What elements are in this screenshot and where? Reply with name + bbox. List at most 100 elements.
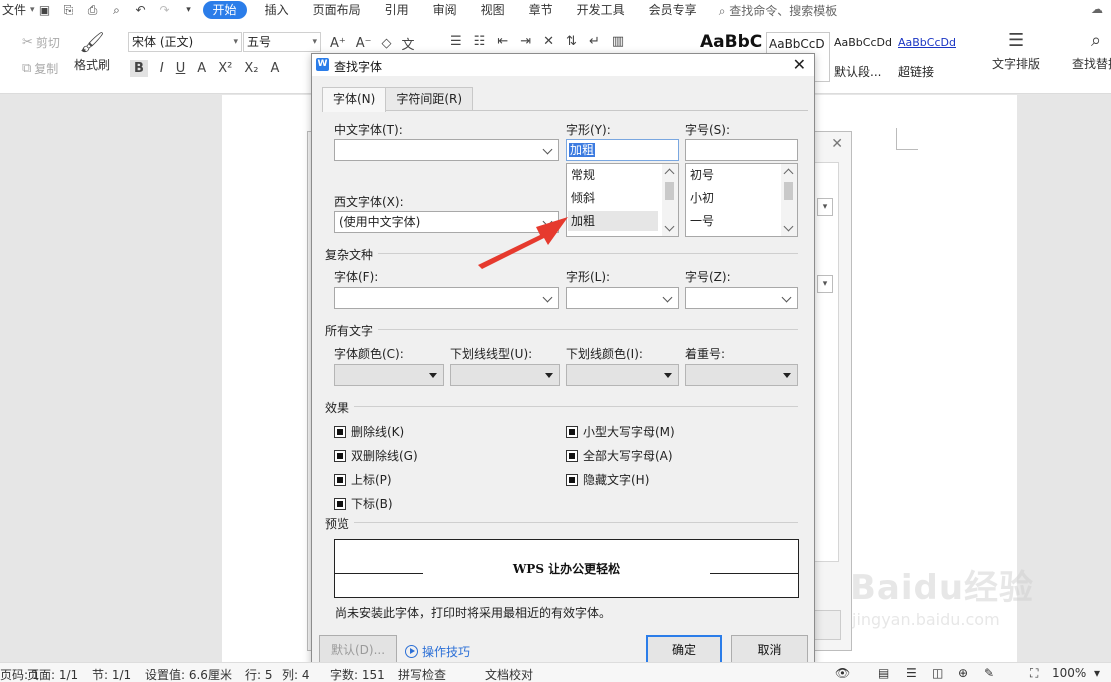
- tab-review[interactable]: 审阅: [421, 0, 469, 20]
- chevron-down-icon[interactable]: ▾: [1094, 666, 1100, 680]
- clear-format-icon[interactable]: ◇: [382, 36, 392, 51]
- style-hyperlink[interactable]: AaBbCcDd 超链接: [898, 32, 962, 82]
- tips-link[interactable]: 操作技巧: [405, 643, 470, 660]
- complex-font-select[interactable]: [334, 287, 559, 309]
- outline-view-icon[interactable]: ☰: [906, 666, 917, 680]
- proofread-button[interactable]: 文档校对: [485, 666, 533, 682]
- status-row[interactable]: 行: 5: [245, 666, 273, 682]
- more-icon[interactable]: ▾: [181, 3, 197, 17]
- command-search[interactable]: ⌕ 查找命令、搜索模板: [719, 2, 838, 19]
- double-strikethrough-checkbox[interactable]: 双删除线(G): [334, 447, 418, 464]
- underline-type-select[interactable]: [450, 364, 560, 386]
- page-view-icon[interactable]: ▤: [878, 666, 889, 680]
- print-preview-icon[interactable]: ⌕: [109, 3, 125, 17]
- small-caps-checkbox[interactable]: 小型大写字母(M): [566, 423, 675, 440]
- underline-color-select[interactable]: [566, 364, 679, 386]
- font-size-select[interactable]: 五号 ▾: [243, 32, 321, 52]
- font-color-select[interactable]: [334, 364, 444, 386]
- spellcheck-button[interactable]: 拼写检查: [398, 666, 446, 682]
- fit-page-icon[interactable]: ⛶: [1030, 666, 1038, 681]
- numbered-list-icon[interactable]: ☷: [474, 34, 486, 49]
- cut-button[interactable]: ✂ 剪切: [22, 34, 60, 51]
- find-replace-button[interactable]: ⌕ 查找替换: [1072, 30, 1111, 72]
- list-item-selected[interactable]: 加粗: [568, 211, 658, 231]
- line-break-icon[interactable]: ↵: [589, 34, 600, 49]
- chevron-down-icon[interactable]: ▾: [817, 198, 833, 216]
- superscript-icon[interactable]: X²: [218, 61, 232, 76]
- undo-icon[interactable]: ↶: [133, 3, 149, 17]
- list-item[interactable]: 一号: [690, 211, 714, 231]
- default-button[interactable]: 默认(D)...: [319, 635, 397, 665]
- subscript-checkbox[interactable]: 下标(B): [334, 495, 393, 512]
- tab-character-spacing[interactable]: 字符间距(R): [385, 87, 474, 111]
- tab-view[interactable]: 视图: [469, 0, 517, 20]
- format-painter-button[interactable]: 🖌 格式刷: [74, 30, 110, 73]
- save-icon[interactable]: ▣: [37, 3, 53, 17]
- tab-member[interactable]: 会员专享: [637, 0, 709, 20]
- tab-developer[interactable]: 开发工具: [565, 0, 637, 20]
- write-view-icon[interactable]: ✎: [984, 666, 994, 680]
- strikethrough-checkbox[interactable]: 删除线(K): [334, 423, 404, 440]
- chinese-layout-icon[interactable]: ✕: [543, 34, 554, 49]
- chevron-down-icon[interactable]: [783, 221, 794, 232]
- highlight-icon[interactable]: A: [270, 61, 279, 76]
- eye-protection-icon[interactable]: 👁: [835, 666, 850, 680]
- status-column[interactable]: 列: 4: [282, 666, 310, 682]
- complex-style-select[interactable]: [566, 287, 679, 309]
- ok-button[interactable]: 确定: [646, 635, 722, 665]
- grow-font-icon[interactable]: A⁺: [330, 36, 346, 51]
- scrollbar-thumb[interactable]: [665, 182, 674, 200]
- cloud-icon[interactable]: ☁: [1091, 2, 1103, 16]
- style-default-paragraph[interactable]: AaBbCcDd 默认段...: [834, 32, 894, 82]
- print-icon[interactable]: ⎙: [85, 3, 101, 17]
- subscript-icon[interactable]: X₂: [244, 61, 258, 76]
- pinyin-icon[interactable]: 文: [402, 34, 415, 53]
- list-item[interactable]: 初号: [690, 165, 714, 185]
- hidden-text-checkbox[interactable]: 隐藏文字(H): [566, 471, 649, 488]
- background-dialog-button[interactable]: [813, 610, 841, 640]
- bold-icon[interactable]: B: [130, 60, 148, 77]
- scrollbar[interactable]: [781, 164, 797, 236]
- tab-font[interactable]: 字体(N): [322, 87, 387, 112]
- status-section[interactable]: 节: 1/1: [92, 666, 131, 682]
- status-page[interactable]: 页面: 1/1: [27, 666, 78, 682]
- scrollbar-thumb[interactable]: [784, 182, 793, 200]
- tab-home[interactable]: 开始: [202, 1, 247, 19]
- increase-indent-icon[interactable]: ⇥: [520, 34, 531, 49]
- font-style-input[interactable]: 加粗: [566, 139, 679, 161]
- chevron-up-icon[interactable]: [783, 168, 794, 179]
- chevron-down-icon[interactable]: ▾: [817, 275, 833, 293]
- superscript-checkbox[interactable]: 上标(P): [334, 471, 392, 488]
- chinese-font-select[interactable]: [334, 139, 559, 161]
- list-item[interactable]: 小初: [690, 188, 714, 208]
- list-item[interactable]: 常规: [571, 165, 595, 185]
- redo-icon[interactable]: ↷: [157, 3, 173, 17]
- web-view-icon[interactable]: ⊕: [958, 666, 968, 680]
- tab-chapter[interactable]: 章节: [517, 0, 565, 20]
- tab-insert[interactable]: 插入: [253, 0, 301, 20]
- chevron-down-icon[interactable]: ▾: [30, 5, 35, 15]
- tab-references[interactable]: 引用: [373, 0, 421, 20]
- close-icon[interactable]: ✕: [831, 136, 843, 152]
- complex-size-select[interactable]: [685, 287, 798, 309]
- bullet-list-icon[interactable]: ☰: [450, 34, 462, 49]
- copy-button[interactable]: ⧉ 复制: [22, 60, 58, 77]
- scrollbar[interactable]: [662, 164, 678, 236]
- all-caps-checkbox[interactable]: 全部大写字母(A): [566, 447, 673, 464]
- emphasis-mark-select[interactable]: [685, 364, 798, 386]
- underline-icon[interactable]: U: [176, 61, 186, 76]
- chevron-down-icon[interactable]: [664, 221, 675, 232]
- chevron-up-icon[interactable]: [664, 168, 675, 179]
- close-icon[interactable]: ✕: [793, 55, 806, 74]
- sort-icon[interactable]: ⇅: [566, 34, 577, 49]
- status-setting[interactable]: 设置值: 6.6厘米: [145, 666, 232, 682]
- reading-view-icon[interactable]: ◫: [932, 666, 943, 680]
- font-effect-icon[interactable]: A: [197, 61, 206, 76]
- text-layout-button[interactable]: ☰ 文字排版: [992, 30, 1040, 72]
- export-pdf-icon[interactable]: ⎘: [61, 3, 77, 17]
- italic-icon[interactable]: I: [160, 61, 164, 76]
- font-style-list[interactable]: 常规 倾斜 加粗: [566, 163, 679, 237]
- file-menu[interactable]: 文件: [0, 0, 30, 20]
- zoom-level[interactable]: 100%: [1052, 666, 1086, 680]
- columns-icon[interactable]: ▥: [612, 34, 624, 49]
